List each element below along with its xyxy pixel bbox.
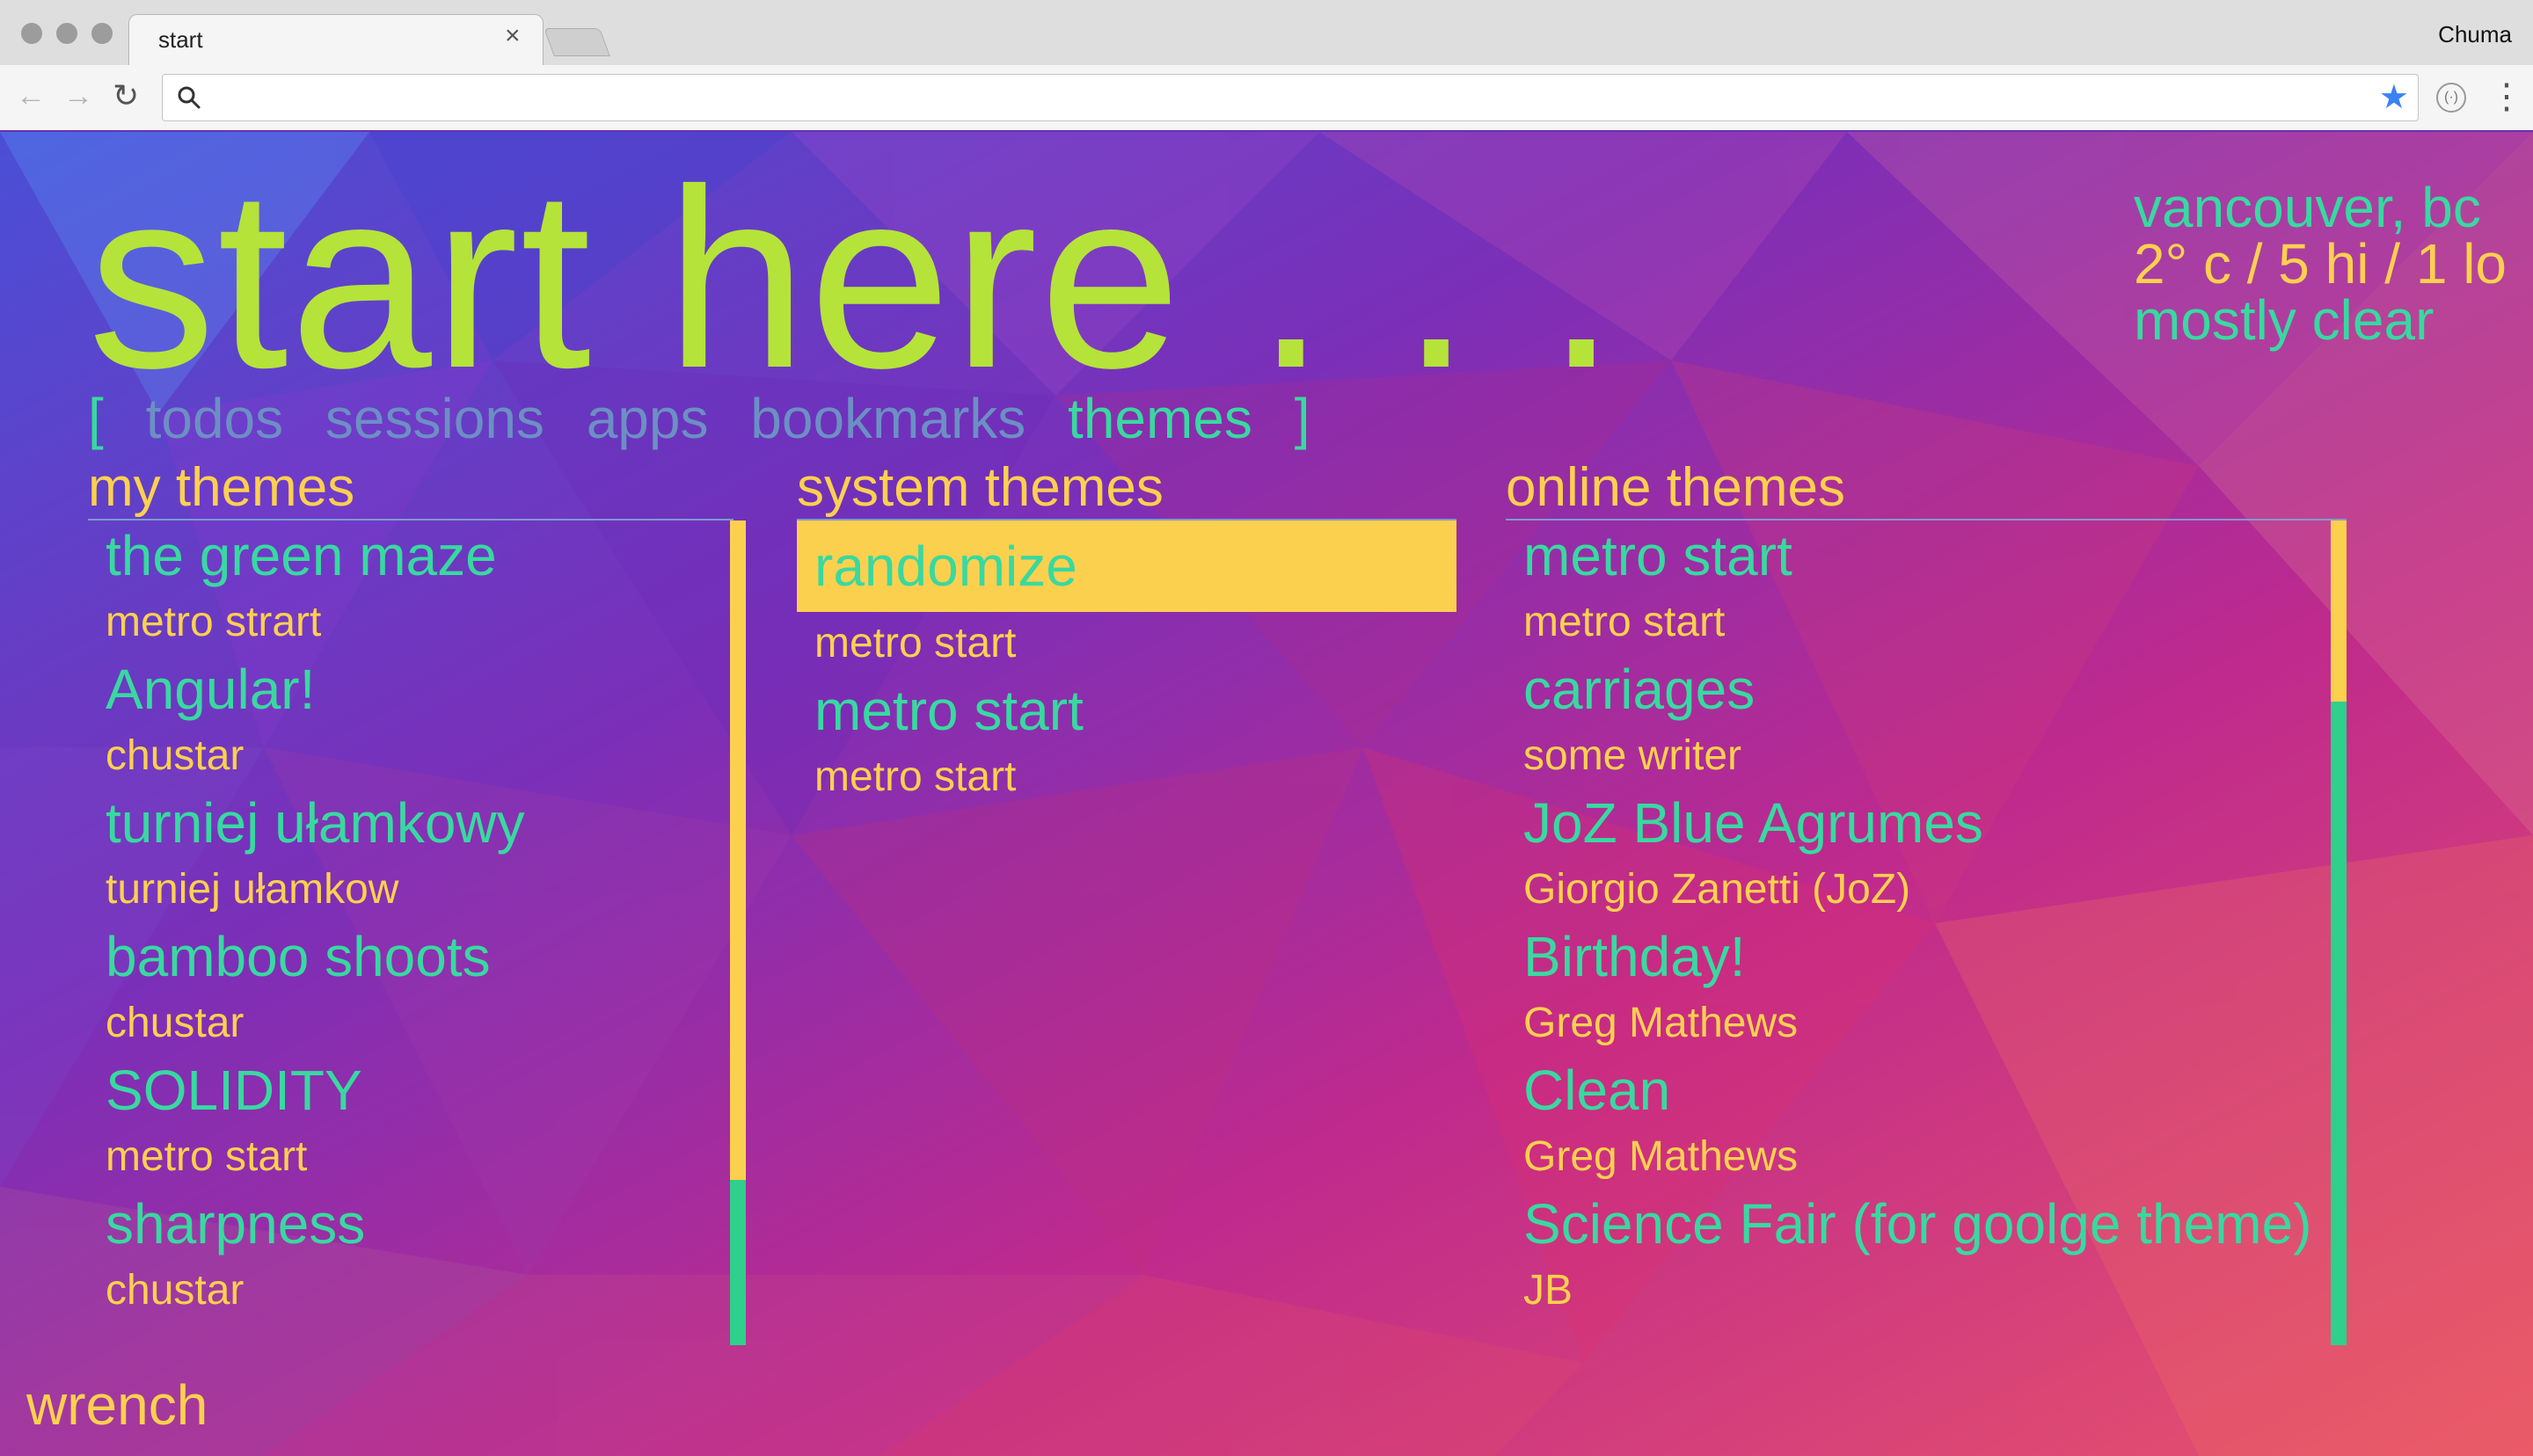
theme-author: metro start [814, 620, 1017, 666]
theme-author: Greg Mathews [1523, 1000, 1799, 1046]
weather-temperature: 2° c / 5 hi / 1 lo [2133, 232, 2507, 295]
theme-author: chustar [106, 1000, 245, 1046]
theme-item[interactable]: bamboo shoots chustar [88, 921, 728, 1055]
theme-item[interactable]: the green maze metro strart [88, 521, 728, 654]
theme-author: metro strart [106, 599, 322, 645]
nav-todos[interactable]: todos [146, 387, 284, 450]
nav-apps[interactable]: apps [587, 387, 709, 450]
tab-strip: start × Chuma [0, 0, 2533, 67]
online-themes-column: online themes metro start metro start ca… [1506, 457, 2350, 1345]
browser-chrome: start × Chuma ← → ↻ ★ (·) ⋮ [0, 0, 2533, 130]
new-tab-button[interactable] [544, 28, 610, 56]
profile-name[interactable]: Chuma [2438, 21, 2512, 48]
nav-sessions[interactable]: sessions [325, 387, 544, 450]
system-themes-column: system themes randomize metro start metr… [797, 457, 1458, 800]
theme-author: turniej ułamkow [106, 866, 399, 913]
theme-item[interactable]: metro start metro start [797, 675, 1456, 809]
theme-name: bamboo shoots [106, 925, 491, 988]
theme-name: Angular! [106, 658, 316, 721]
theme-author: some writer [1523, 732, 1742, 779]
close-window-icon[interactable] [21, 23, 42, 44]
theme-item[interactable]: Angular! chustar [88, 654, 728, 788]
theme-author: Giorgio Zanetti (JoZ) [1523, 866, 1911, 913]
theme-item[interactable]: Birthday! Greg Mathews [1506, 921, 2324, 1055]
theme-item[interactable]: turniej ułamkowy turniej ułamkow [88, 788, 728, 921]
theme-name: Science Fair (for goolge theme) [1523, 1192, 2312, 1256]
theme-item[interactable]: SOLIDITY metro start [88, 1055, 728, 1189]
minimize-window-icon[interactable] [56, 23, 77, 44]
my-themes-scrollbar[interactable] [730, 521, 746, 1345]
system-themes-list: randomize metro start metro start metro … [797, 521, 1456, 809]
scrollbar-thumb[interactable] [730, 1180, 746, 1345]
menu-dots-icon[interactable]: ⋮ [2489, 79, 2524, 114]
theme-name: Clean [1523, 1059, 1671, 1122]
theme-name: turniej ułamkowy [106, 791, 525, 855]
theme-author: chustar [106, 732, 245, 779]
theme-author: metro start [106, 1133, 308, 1180]
scrollbar-thumb[interactable] [2331, 702, 2347, 1345]
theme-author: metro start [814, 753, 1017, 800]
wrench-settings-link[interactable]: wrench [26, 1370, 208, 1440]
theme-item[interactable]: JoZ Blue Agrumes Giorgio Zanetti (JoZ) [1506, 788, 2324, 921]
theme-item[interactable]: sharpness chustar [88, 1189, 728, 1322]
my-themes-list: the green maze metro strart Angular! chu… [88, 521, 728, 1322]
tab-title: start [158, 26, 203, 53]
forward-arrow-icon[interactable]: → [63, 81, 93, 111]
online-themes-list: metro start metro start carriages some w… [1506, 521, 2324, 1322]
my-themes-column: my themes the green maze metro strart An… [88, 457, 749, 1345]
start-page: start here . . . vancouver, bc 2° c / 5 … [0, 132, 2533, 1456]
theme-item[interactable]: randomize metro start [797, 521, 1456, 675]
browser-toolbar: ← → ↻ ★ (·) ⋮ [0, 65, 2533, 130]
tab-close-icon[interactable]: × [505, 23, 521, 49]
nav-open-bracket: [ [88, 387, 104, 450]
theme-item[interactable]: Science Fair (for goolge theme) JB [1506, 1189, 2324, 1322]
column-title: system themes [797, 457, 1164, 518]
theme-name: metro start [814, 679, 1084, 742]
theme-name: metro start [1523, 524, 1792, 587]
maximize-window-icon[interactable] [91, 23, 113, 44]
theme-author: chustar [106, 1267, 245, 1314]
theme-name: sharpness [106, 1192, 366, 1256]
theme-name: the green maze [106, 524, 497, 587]
back-arrow-icon[interactable]: ← [16, 81, 46, 111]
theme-author: Greg Mathews [1523, 1133, 1799, 1180]
nav-bookmarks[interactable]: bookmarks [750, 387, 1026, 450]
weather-location: vancouver, bc [2133, 176, 2481, 239]
extension-icon[interactable]: (·) [2436, 83, 2466, 113]
nav-close-bracket: ] [1294, 387, 1310, 450]
theme-author: metro start [1523, 599, 1726, 645]
nav-themes[interactable]: themes [1068, 387, 1252, 450]
weather-condition: mostly clear [2133, 288, 2434, 352]
theme-name: Birthday! [1523, 925, 1746, 988]
online-themes-scrollbar[interactable] [2331, 521, 2347, 1345]
weather-widget: vancouver, bc 2° c / 5 hi / 1 lo mostly … [2134, 179, 2507, 348]
page-headline: start here . . . [88, 136, 1619, 421]
theme-author: JB [1523, 1267, 1573, 1314]
column-title: online themes [1506, 457, 1846, 518]
section-nav: [ todos sessions apps bookmarks themes ] [88, 383, 1336, 454]
theme-name: carriages [1523, 658, 1756, 721]
address-bar[interactable]: ★ [162, 74, 2419, 121]
theme-name-selected: randomize [797, 521, 1456, 612]
theme-name: JoZ Blue Agrumes [1523, 791, 1983, 855]
theme-name: SOLIDITY [106, 1059, 362, 1122]
column-title: my themes [88, 457, 355, 518]
reload-icon[interactable]: ↻ [113, 80, 139, 112]
theme-item[interactable]: metro start metro start [1506, 521, 2324, 654]
theme-item[interactable]: carriages some writer [1506, 654, 2324, 788]
bookmark-star-icon[interactable]: ★ [2379, 80, 2409, 115]
search-icon [178, 86, 201, 109]
theme-item[interactable]: Clean Greg Mathews [1506, 1055, 2324, 1189]
